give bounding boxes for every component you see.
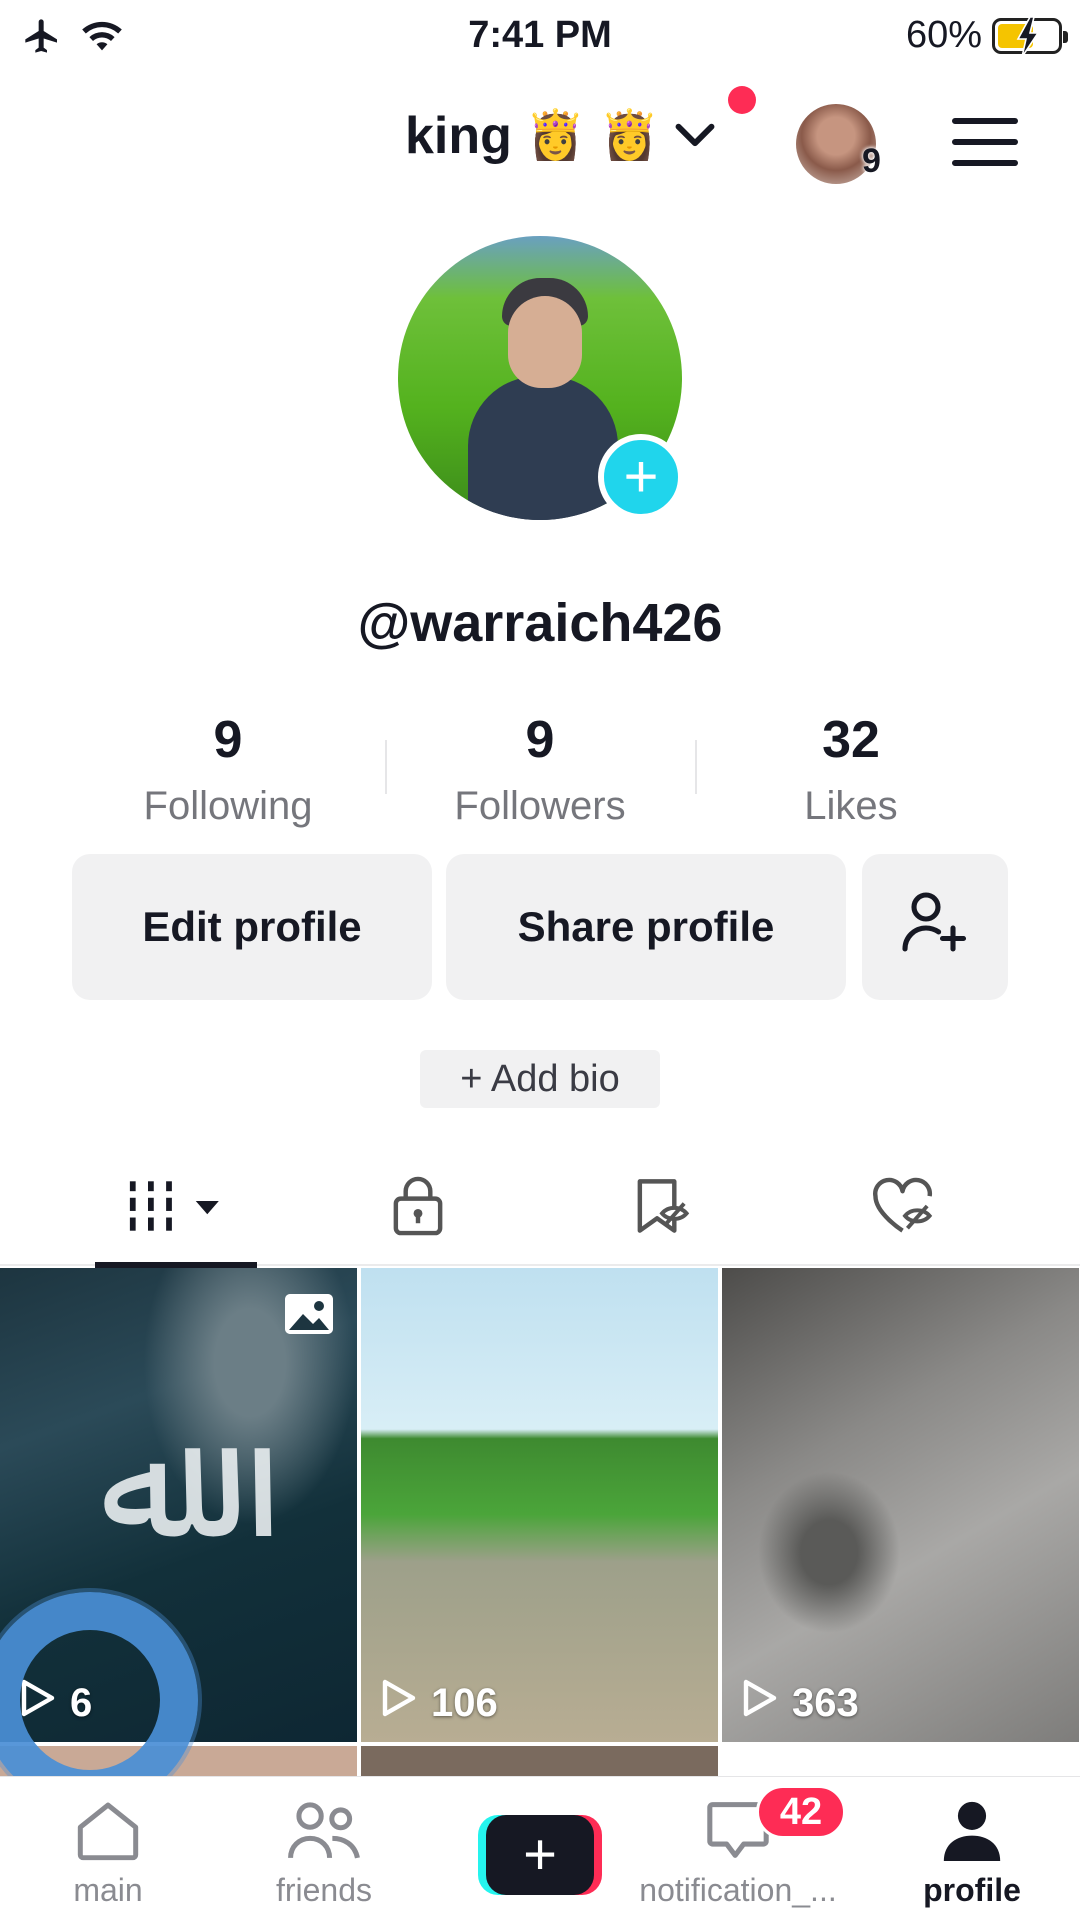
stat-likes[interactable]: 32 Likes xyxy=(696,710,1006,829)
view-count: 106 xyxy=(381,1678,498,1728)
tab-videos[interactable] xyxy=(95,1150,257,1268)
lock-icon xyxy=(388,1174,448,1243)
stat-following[interactable]: 9 Following xyxy=(73,710,383,829)
home-icon xyxy=(72,1799,144,1866)
grid-bars-icon xyxy=(126,1178,226,1239)
stat-followers[interactable]: 9 Followers xyxy=(385,710,695,829)
calligraphy-artwork: ﷲ xyxy=(100,1398,188,1572)
friends-icon xyxy=(285,1799,363,1866)
view-count: 363 xyxy=(742,1678,859,1728)
account-name: king xyxy=(405,107,512,165)
play-outline-icon xyxy=(742,1678,778,1728)
nav-label: profile xyxy=(923,1872,1021,1908)
account-count: 9 xyxy=(862,142,881,180)
view-count-value: 106 xyxy=(431,1680,498,1725)
photo-post-icon xyxy=(285,1294,333,1334)
bookmark-hidden-icon xyxy=(629,1174,695,1243)
stat-value: 32 xyxy=(822,711,880,769)
view-count-value: 363 xyxy=(792,1680,859,1725)
nav-label: friends xyxy=(275,1872,373,1908)
notification-dot xyxy=(728,86,756,114)
play-outline-icon xyxy=(381,1678,417,1728)
video-thumbnail[interactable]: 106 xyxy=(361,1268,718,1742)
nav-friends[interactable]: friends xyxy=(224,1777,424,1920)
nav-label: main xyxy=(73,1872,143,1908)
username: @warraich426 xyxy=(357,593,723,653)
heart-hidden-icon xyxy=(870,1174,940,1243)
bottom-navigation: main friends + notification_... 42 profi… xyxy=(0,1776,1080,1920)
profile-person-icon xyxy=(941,1799,1003,1866)
content-tabs xyxy=(0,1150,1080,1268)
battery-percent: 60% xyxy=(905,14,982,56)
nav-profile[interactable]: profile xyxy=(872,1777,1072,1920)
tab-favorites[interactable] xyxy=(582,1150,742,1266)
share-profile-button[interactable]: Share profile xyxy=(446,854,846,1000)
create-plus-icon: + xyxy=(486,1815,594,1895)
stat-label: Followers xyxy=(454,784,626,828)
status-bar: 7:41 PM 60% xyxy=(0,0,1080,74)
nav-main[interactable]: main xyxy=(8,1777,208,1920)
stat-value: 9 xyxy=(525,711,555,769)
stat-label: Following xyxy=(143,784,313,828)
add-avatar-plus-icon[interactable]: + xyxy=(598,434,684,520)
profile-header: king 👸 👸 9 xyxy=(0,80,1080,200)
crown-emoji: 👸 xyxy=(599,109,660,162)
video-thumbnail[interactable]: 363 xyxy=(722,1268,1079,1742)
crown-emoji: 👸 xyxy=(525,109,586,162)
account-switcher[interactable]: king 👸 👸 xyxy=(405,106,717,166)
profile-stats: 9 Following 9 Followers 32 Likes xyxy=(0,710,1080,830)
tab-private[interactable] xyxy=(338,1150,498,1266)
battery-charging-icon xyxy=(992,16,1068,57)
stat-value: 9 xyxy=(213,711,243,769)
create-plus-button[interactable]: + xyxy=(478,1815,602,1895)
stat-label: Likes xyxy=(804,784,898,828)
chevron-down-icon xyxy=(673,119,717,154)
add-person-icon xyxy=(899,886,971,968)
nav-label: notification_... xyxy=(639,1872,837,1908)
notification-count-badge: 42 xyxy=(756,1785,846,1839)
edit-profile-button[interactable]: Edit profile xyxy=(72,854,432,1000)
add-bio-button[interactable]: + Add bio xyxy=(420,1050,660,1108)
tab-liked[interactable] xyxy=(825,1150,985,1266)
add-friend-button[interactable] xyxy=(862,854,1008,1000)
hamburger-menu-icon[interactable] xyxy=(952,118,1018,168)
